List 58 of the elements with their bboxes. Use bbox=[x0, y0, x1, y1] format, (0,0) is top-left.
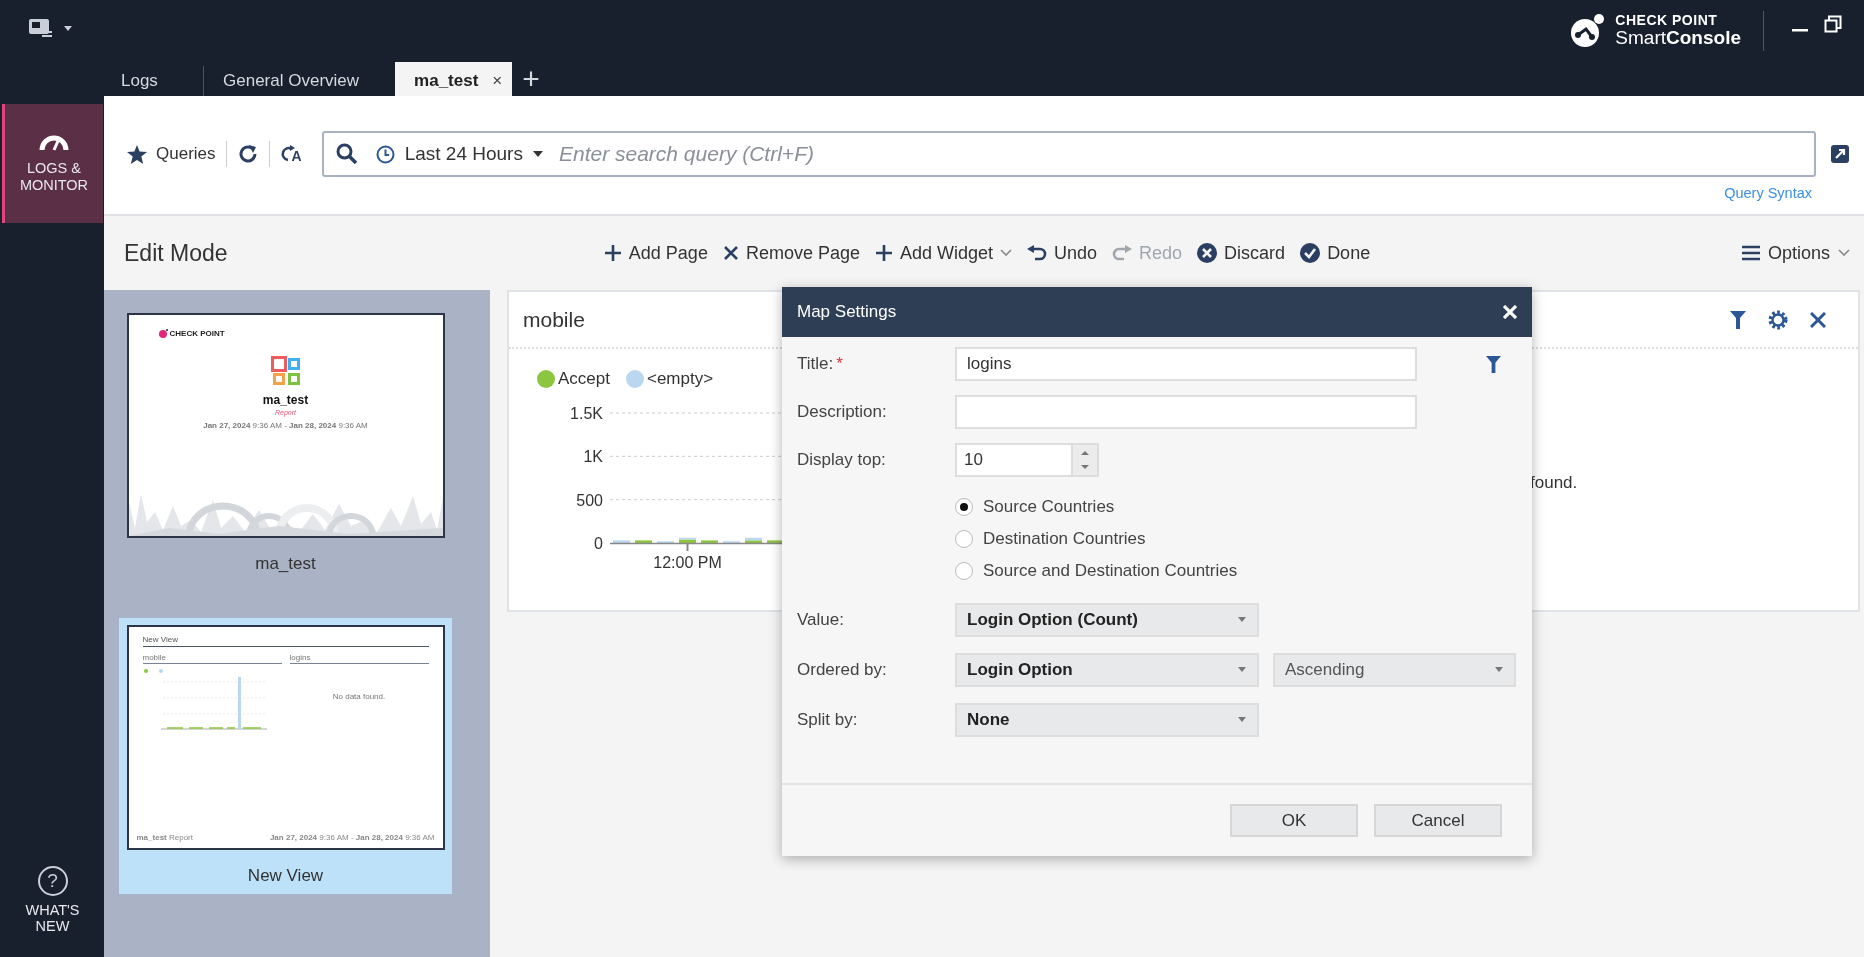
widget-heading: logins bbox=[289, 653, 429, 664]
axis-tick-label: 1.5K bbox=[570, 405, 603, 422]
reset-button[interactable]: A bbox=[279, 145, 302, 163]
empty-message: No data found. bbox=[331, 692, 387, 701]
page-thumbnail-item[interactable]: New View mobile logins No data found. ma_test Report Jan 27, 2024 9:36 AM - Jan 28, 2024 9:36 AM New View bbox=[119, 618, 452, 894]
nav-item[interactable]: LOGS & MONITOR bbox=[2, 104, 103, 223]
report-date-range: Jan 27, 2024 9:36 AM - Jan 28, 2024 9:36 AM bbox=[203, 421, 368, 430]
text-field[interactable]: logins bbox=[955, 347, 1417, 381]
axis-tick-label: 12:00 PM bbox=[653, 554, 722, 571]
legend-label: Accept bbox=[558, 369, 610, 389]
tab-close-button[interactable]: × bbox=[492, 71, 503, 91]
number-field[interactable]: 10 bbox=[955, 443, 1071, 477]
widget-heading: mobile bbox=[142, 653, 282, 664]
query-syntax-link[interactable]: Query Syntax bbox=[1724, 185, 1812, 201]
view-heading: New View bbox=[142, 635, 429, 647]
dropdown[interactable]: Ascending bbox=[1273, 653, 1516, 687]
edit-mode-title: Edit Mode bbox=[124, 239, 229, 267]
footer-date-range: Jan 27, 2024 9:36 AM - Jan 28, 2024 9:36 AM bbox=[269, 833, 435, 842]
toolbar-button[interactable]: Done bbox=[1300, 242, 1371, 264]
radio-option[interactable]: Destination Countries bbox=[955, 523, 1517, 555]
radio-option[interactable]: Source and Destination Countries bbox=[955, 555, 1517, 587]
dialog-button[interactable]: OK bbox=[1230, 804, 1358, 837]
whats-new-button[interactable]: ? WHAT'S NEW bbox=[2, 865, 103, 935]
brand-name: CHECK POINT bbox=[1615, 12, 1719, 29]
footer-text: ma_test Report bbox=[136, 833, 193, 842]
product-name: SmartConsole bbox=[1615, 28, 1741, 50]
new-tab-button[interactable]: + bbox=[522, 62, 540, 96]
tab[interactable]: Logs bbox=[104, 62, 203, 96]
options-menu-button[interactable]: Options bbox=[1741, 242, 1850, 264]
dialog-title: Map Settings bbox=[797, 302, 897, 322]
dialog-button[interactable]: Cancel bbox=[1374, 804, 1502, 837]
toolbar-button[interactable]: Add Widget bbox=[875, 242, 1013, 264]
field-label: Ordered by: bbox=[797, 660, 888, 680]
field-label: Value: bbox=[797, 610, 845, 630]
widget-title: mobile bbox=[523, 307, 585, 332]
dropdown[interactable]: None bbox=[955, 703, 1259, 737]
dropdown[interactable]: Login Option (Count) bbox=[955, 603, 1259, 637]
field-label: Display top: bbox=[797, 450, 887, 470]
field-label: Description: bbox=[797, 402, 888, 422]
toolbar-button[interactable]: Add Page bbox=[603, 242, 708, 264]
logo-text: CHECK POINT bbox=[169, 329, 225, 338]
queries-button[interactable]: Queries bbox=[126, 143, 216, 165]
legend-label: <empty> bbox=[647, 369, 714, 389]
empty-message: found. bbox=[1530, 473, 1578, 492]
dropdown[interactable]: Login Option bbox=[955, 653, 1259, 687]
toolbar-button[interactable]: Discard bbox=[1197, 242, 1286, 264]
radio-option[interactable]: Source Countries bbox=[955, 491, 1517, 523]
toolbar-button[interactable]: Remove Page bbox=[722, 242, 860, 264]
toolbar-button[interactable]: Undo bbox=[1027, 242, 1098, 264]
field-label: Split by: bbox=[797, 710, 859, 730]
axis-tick-label: 0 bbox=[594, 535, 603, 552]
tab[interactable]: ma_test × bbox=[395, 62, 513, 96]
axis-tick-label: 500 bbox=[576, 491, 603, 509]
axis-tick-label: 1K bbox=[583, 448, 603, 466]
report-title: ma_test bbox=[262, 393, 309, 407]
field-label: Title: * bbox=[797, 354, 844, 374]
time-range-dropdown[interactable]: Last 24 Hours bbox=[375, 143, 543, 165]
search-field[interactable]: Last 24 Hours Enter search query (Ctrl+F) bbox=[321, 131, 1816, 177]
